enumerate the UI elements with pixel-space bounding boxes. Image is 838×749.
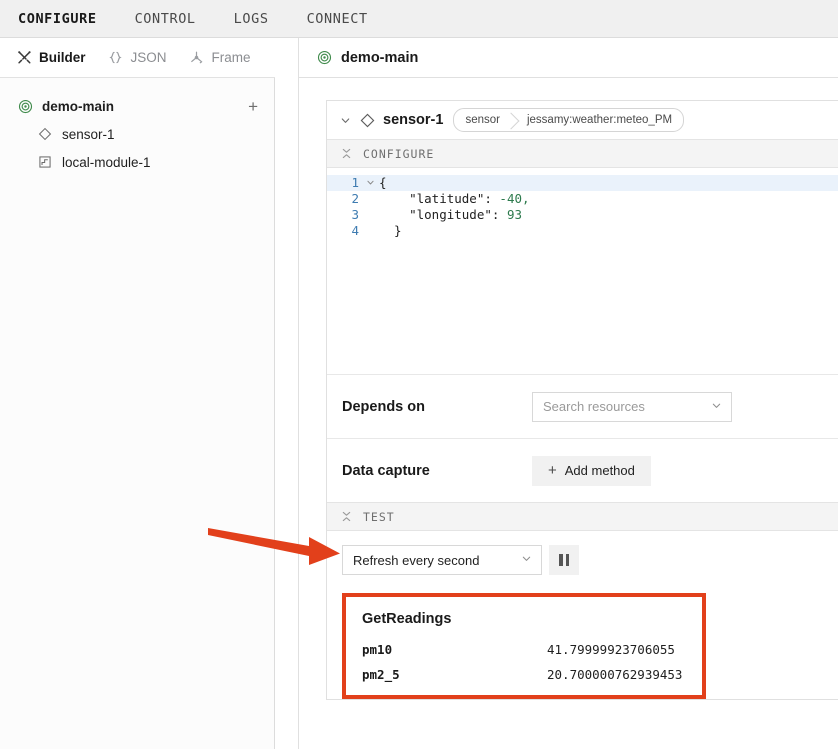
reading-value: 20.700000762939453 (547, 667, 682, 682)
depends-on-row: Depends on Search resources (327, 374, 838, 438)
code-value: -40, (499, 191, 529, 207)
view-mode-tabs: Builder JSON (0, 38, 275, 78)
plus-icon: + (548, 463, 557, 478)
code-value: 93 (507, 207, 522, 223)
machine-name: demo-main (341, 50, 418, 66)
tree-item-label: demo-main (42, 99, 114, 114)
collapse-icon[interactable] (341, 148, 352, 159)
test-controls: Refresh every second (342, 545, 838, 575)
get-readings-result-box: GetReadings pm10 41.79999923706055 pm2_5… (342, 593, 706, 699)
machine-icon (317, 50, 332, 65)
refresh-interval-value: Refresh every second (353, 553, 479, 568)
resource-card-header: sensor-1 sensor jessamy:weather:meteo_PM (327, 101, 838, 139)
code-text: { (379, 175, 387, 191)
braces-icon (108, 50, 124, 66)
resource-type-breadcrumb: sensor jessamy:weather:meteo_PM (453, 108, 684, 132)
tab-logs[interactable]: LOGS (234, 11, 269, 27)
tab-builder-label: Builder (39, 50, 86, 65)
tree-item-label: local-module-1 (62, 155, 151, 170)
resource-model-pill: jessamy:weather:meteo_PM (511, 109, 683, 131)
line-number: 1 (327, 175, 361, 191)
resource-type-pill: sensor (454, 109, 511, 131)
pause-icon-bar-right (566, 554, 570, 566)
configure-section-title: CONFIGURE (363, 147, 434, 161)
add-method-label: Add method (565, 463, 635, 478)
code-line: 4 } (327, 223, 838, 239)
diamond-icon (360, 113, 375, 128)
resource-card-sensor-1: sensor-1 sensor jessamy:weather:meteo_PM (326, 100, 838, 700)
code-line: 3 "longitude": 93 (327, 207, 838, 223)
reading-value: 41.79999923706055 (547, 642, 675, 657)
reading-key: pm2_5 (362, 667, 547, 682)
tab-connect[interactable]: CONNECT (307, 11, 368, 27)
data-capture-row: Data capture + Add method (327, 438, 838, 502)
pause-button[interactable] (549, 545, 579, 575)
code-text: "latitude": (379, 191, 499, 207)
resource-card-area: sensor-1 sensor jessamy:weather:meteo_PM (299, 78, 838, 700)
tree-item-local-module-1[interactable]: local-module-1 (0, 148, 274, 176)
tab-frame[interactable]: Frame (189, 50, 251, 66)
chevron-down-icon (711, 400, 722, 414)
reading-row: pm2_5 20.700000762939453 (362, 667, 686, 682)
search-resources-placeholder: Search resources (543, 399, 645, 414)
tab-builder[interactable]: Builder (16, 50, 86, 66)
collapse-icon[interactable] (341, 511, 352, 522)
tab-json-label: JSON (131, 50, 167, 65)
tools-icon (16, 50, 32, 66)
readings-highlight-wrap: GetReadings pm10 41.79999923706055 pm2_5… (342, 593, 838, 699)
search-resources-select[interactable]: Search resources (532, 392, 732, 422)
pause-icon-bar-left (559, 554, 563, 566)
diamond-icon (36, 125, 54, 143)
machine-panel: demo-main (298, 38, 838, 749)
refresh-interval-select[interactable]: Refresh every second (342, 545, 542, 575)
page-body: Builder JSON (0, 38, 838, 749)
chevron-down-icon (521, 553, 532, 567)
line-number: 4 (327, 223, 361, 239)
fold-chevron-icon[interactable] (361, 175, 379, 191)
tree-item-sensor-1[interactable]: sensor-1 (0, 120, 274, 148)
frame-axes-icon (189, 50, 205, 66)
code-line: 1 { (327, 175, 838, 191)
sidebar: Builder JSON (0, 38, 275, 749)
main-content: demo-main (275, 38, 838, 749)
tab-control[interactable]: CONTROL (135, 11, 196, 27)
line-number: 2 (327, 191, 361, 207)
module-icon (36, 153, 54, 171)
code-text: "longitude": (379, 207, 507, 223)
reading-key: pm10 (362, 642, 547, 657)
test-section-header[interactable]: TEST (327, 502, 838, 531)
code-text: } (379, 223, 402, 239)
machine-icon (16, 97, 34, 115)
tree-item-demo-main[interactable]: demo-main + (0, 92, 274, 120)
chevron-down-icon[interactable] (339, 115, 352, 126)
code-line: 2 "latitude": -40, (327, 191, 838, 207)
data-capture-label: Data capture (342, 463, 532, 479)
reading-row: pm10 41.79999923706055 (362, 642, 686, 657)
depends-on-label: Depends on (342, 399, 532, 415)
tab-configure[interactable]: CONFIGURE (18, 11, 97, 27)
test-section-body: Refresh every second (327, 531, 838, 699)
json-config-editor[interactable]: 1 { 2 "latitude": -40, (327, 168, 838, 374)
tab-json[interactable]: JSON (108, 50, 167, 66)
resource-tree: demo-main + sensor-1 local- (0, 78, 274, 749)
machine-header: demo-main (299, 38, 838, 78)
add-method-button[interactable]: + Add method (532, 456, 651, 486)
resource-name: sensor-1 (383, 112, 443, 128)
get-readings-title: GetReadings (362, 611, 686, 627)
tab-frame-label: Frame (212, 50, 251, 65)
test-section-title: TEST (363, 510, 395, 524)
tree-item-label: sensor-1 (62, 127, 115, 142)
configure-section-header[interactable]: CONFIGURE (327, 139, 838, 168)
top-navigation-bar: CONFIGURE CONTROL LOGS CONNECT (0, 0, 838, 38)
add-resource-button[interactable]: + (246, 98, 260, 115)
line-number: 3 (327, 207, 361, 223)
